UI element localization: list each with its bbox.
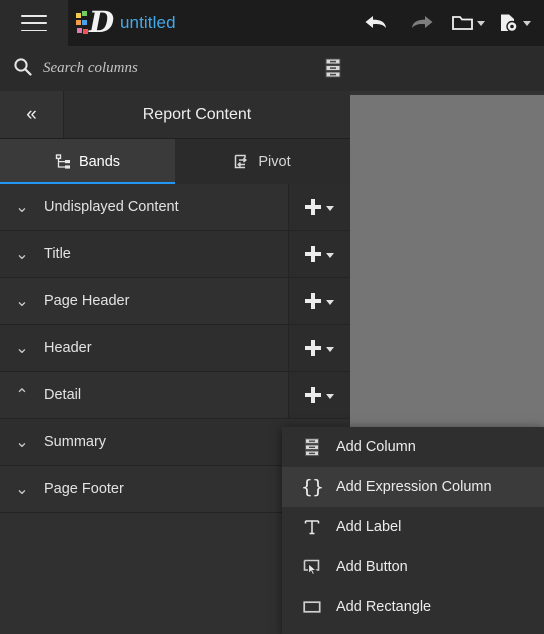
plus-icon bbox=[305, 246, 321, 262]
button-cursor-icon bbox=[302, 557, 322, 577]
tab-bands[interactable]: Bands bbox=[0, 139, 175, 184]
undo-button[interactable] bbox=[354, 3, 398, 43]
band-row[interactable]: ⌄ Title bbox=[0, 231, 350, 278]
menu-item-label: Add Button bbox=[336, 559, 408, 575]
tab-pivot[interactable]: Pivot bbox=[175, 139, 350, 184]
chevron-down-icon[interactable]: ⌄ bbox=[0, 338, 44, 358]
add-element-button[interactable] bbox=[288, 278, 350, 324]
app-title: untitled bbox=[120, 13, 176, 32]
band-row[interactable]: ⌄ Header bbox=[0, 325, 350, 372]
data-source-button[interactable] bbox=[322, 57, 344, 79]
chevron-down-icon bbox=[326, 347, 334, 352]
chevron-double-left-icon: « bbox=[26, 103, 37, 125]
plus-icon bbox=[305, 387, 321, 403]
menu-item-label: Add Column bbox=[336, 439, 416, 455]
app-root: D untitled Search columns « Report Conte… bbox=[0, 0, 544, 634]
database-icon bbox=[325, 58, 341, 78]
add-element-button[interactable] bbox=[288, 231, 350, 277]
document-gear-icon bbox=[500, 14, 518, 33]
plus-icon bbox=[305, 293, 321, 309]
tab-pivot-label: Pivot bbox=[258, 153, 291, 170]
collapse-panel-button[interactable]: « bbox=[0, 91, 64, 138]
menu-item-add-column[interactable]: Add Column bbox=[282, 427, 544, 467]
braces-icon: {} bbox=[300, 475, 324, 498]
menu-item-add-button[interactable]: Add Button bbox=[282, 547, 544, 587]
chevron-down-icon[interactable]: ⌄ bbox=[0, 291, 44, 311]
pivot-rotate-icon bbox=[235, 154, 248, 168]
add-element-menu: Add Column {} Add Expression Column Add … bbox=[282, 427, 544, 634]
add-element-button[interactable] bbox=[288, 184, 350, 230]
tab-bands-label: Bands bbox=[78, 153, 121, 170]
title-bar: D untitled bbox=[0, 0, 544, 46]
undo-arrow-icon bbox=[365, 16, 386, 28]
folder-icon bbox=[451, 16, 473, 30]
plus-icon bbox=[305, 340, 321, 356]
chevron-down-icon bbox=[476, 20, 485, 26]
menu-item-add-rectangle[interactable]: Add Rectangle bbox=[282, 587, 544, 627]
menu-item-add-label[interactable]: Add Label bbox=[282, 507, 544, 547]
document-settings-button[interactable] bbox=[492, 3, 536, 43]
chevron-down-icon bbox=[326, 300, 334, 305]
band-row-detail[interactable]: ⌃ Detail bbox=[0, 372, 350, 419]
band-row[interactable]: ⌄ Page Header bbox=[0, 278, 350, 325]
plus-icon bbox=[305, 199, 321, 215]
panel-tabs: Bands Pivot bbox=[0, 139, 350, 184]
chevron-down-icon bbox=[326, 394, 334, 399]
menu-item-label: Add Label bbox=[336, 519, 402, 535]
menu-item-label: Add Expression Column bbox=[336, 479, 492, 495]
menu-icon bbox=[21, 15, 47, 31]
chevron-down-icon[interactable]: ⌄ bbox=[0, 197, 44, 217]
hierarchy-icon bbox=[55, 153, 70, 169]
logo-letter: D bbox=[89, 5, 115, 39]
add-element-button[interactable] bbox=[288, 372, 350, 418]
chevron-down-icon bbox=[326, 206, 334, 211]
text-label-icon bbox=[302, 517, 322, 537]
chevron-down-icon bbox=[326, 253, 334, 258]
panel-header: « Report Content bbox=[0, 91, 350, 139]
band-row[interactable]: ⌄ Undisplayed Content bbox=[0, 184, 350, 231]
rectangle-icon bbox=[302, 597, 322, 617]
chevron-down-icon[interactable]: ⌄ bbox=[0, 432, 44, 452]
app-logo-icon: D bbox=[76, 5, 116, 39]
search-bar bbox=[0, 46, 544, 91]
add-element-button[interactable] bbox=[288, 325, 350, 371]
menu-button[interactable] bbox=[0, 0, 68, 46]
redo-button[interactable] bbox=[400, 3, 444, 43]
brand: D untitled bbox=[68, 0, 176, 46]
top-toolbar bbox=[354, 0, 536, 46]
chevron-down-icon[interactable]: ⌄ bbox=[0, 244, 44, 264]
chevron-down-icon[interactable]: ⌄ bbox=[0, 479, 44, 499]
chevron-down-icon bbox=[522, 20, 531, 26]
redo-arrow-icon bbox=[412, 16, 433, 28]
search-input[interactable] bbox=[43, 60, 273, 77]
chevron-up-icon[interactable]: ⌃ bbox=[0, 385, 44, 405]
page-title: Report Content bbox=[142, 105, 252, 123]
search-icon bbox=[13, 57, 32, 81]
menu-item-label: Add Rectangle bbox=[336, 599, 432, 615]
menu-item-add-expression-column[interactable]: {} Add Expression Column bbox=[282, 467, 544, 507]
open-folder-button[interactable] bbox=[446, 3, 490, 43]
database-icon bbox=[302, 437, 322, 457]
